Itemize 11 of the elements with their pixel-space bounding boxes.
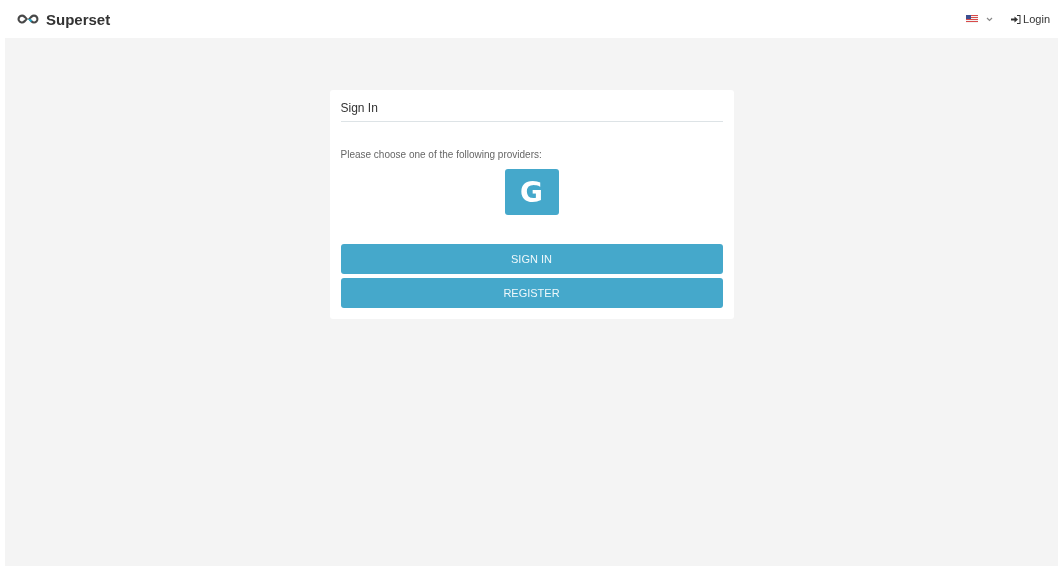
provider-button[interactable]: G (504, 169, 559, 215)
chevron-down-icon[interactable] (986, 16, 994, 22)
provider-prompt: Please choose one of the following providers: (340, 149, 543, 160)
flag-icon[interactable] (966, 15, 979, 23)
brand-name[interactable]: Superset (46, 10, 111, 28)
logo-icon (16, 13, 40, 25)
register-button[interactable]: REGISTER (340, 278, 723, 308)
login-link[interactable]: Login (1011, 13, 1050, 25)
card-title: Sign In (340, 100, 723, 122)
sign-in-button[interactable]: SIGN IN (340, 244, 723, 274)
login-icon (1011, 14, 1022, 24)
